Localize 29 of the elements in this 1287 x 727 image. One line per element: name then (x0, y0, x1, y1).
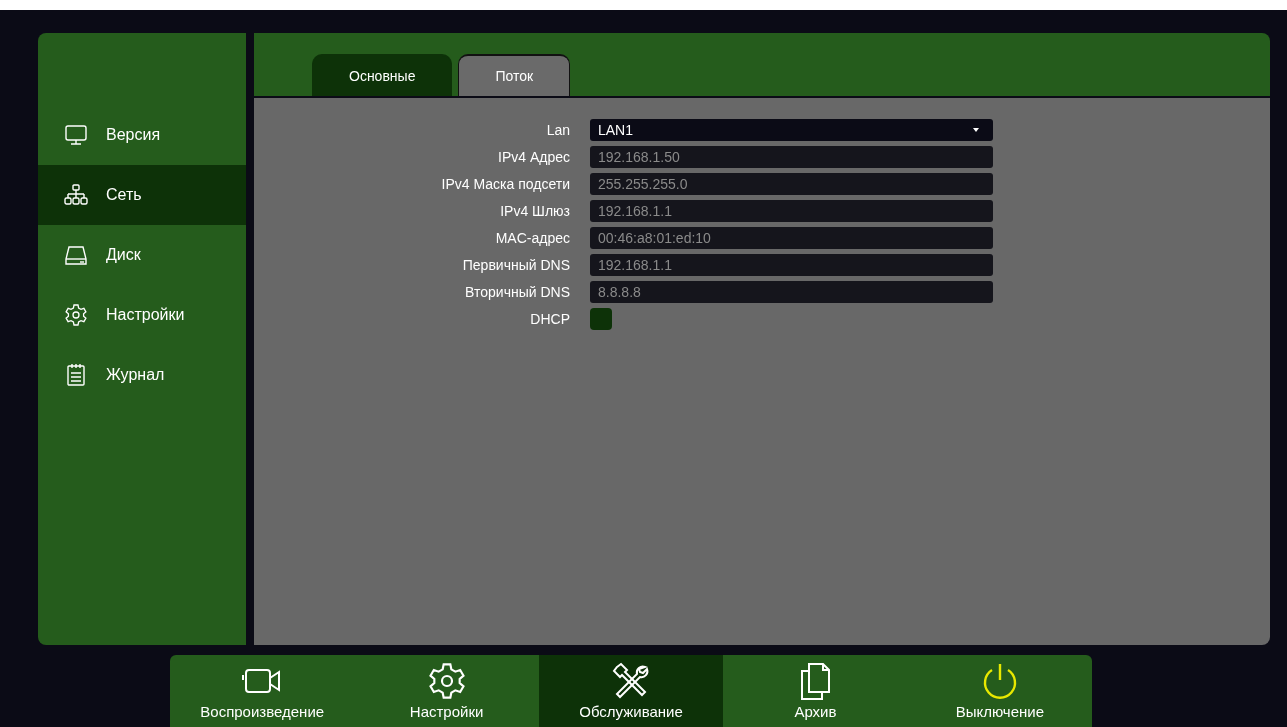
field-label: DHCP (529, 311, 571, 327)
field-label: IPv4 Маска подсети (440, 176, 571, 192)
lan-dropdown[interactable]: LAN1 (590, 119, 993, 141)
disk-drive-icon (64, 243, 88, 267)
sidebar-item[interactable]: Настройки (38, 285, 246, 345)
tab[interactable]: Основные (312, 54, 453, 96)
network-icon (64, 183, 88, 207)
field-label: MAC-адрес (494, 230, 571, 246)
field-label: IPv4 Шлюз (499, 203, 571, 219)
menu-button[interactable]: Архив (723, 655, 908, 727)
sidebar-item[interactable]: Сеть (38, 165, 246, 225)
field-label: Первичный DNS (461, 257, 571, 273)
gear-icon (426, 661, 467, 701)
gear-icon (64, 303, 88, 327)
menu-button[interactable]: Обслуживание (538, 655, 724, 727)
sidebar-item[interactable]: Журнал (38, 345, 246, 405)
menu-button[interactable]: Настройки (354, 655, 539, 727)
checkbox[interactable] (590, 308, 612, 330)
tools-icon (611, 661, 651, 701)
menu-button[interactable]: Выключение (907, 655, 1092, 727)
tab[interactable]: Поток (458, 54, 571, 96)
field-label: Вторичный DNS (464, 284, 571, 300)
sidebar-item[interactable]: Диск (38, 225, 246, 285)
sidebar-item[interactable]: Версия (38, 105, 246, 165)
field-label: Lan (545, 122, 571, 138)
notepad-icon (64, 363, 88, 387)
monitor-icon (64, 123, 88, 147)
field-label: IPv4 Адрес (497, 149, 571, 165)
menu-button[interactable]: Воспроизведение (170, 655, 355, 727)
